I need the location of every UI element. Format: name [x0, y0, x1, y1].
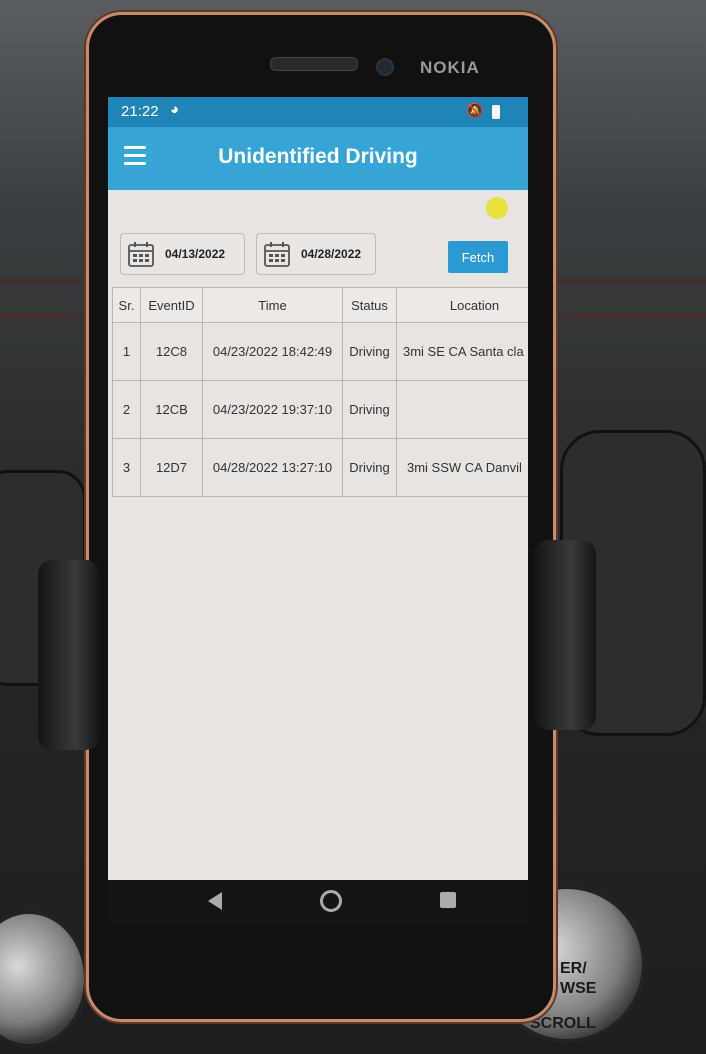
table-cell: 3 — [112, 438, 141, 497]
table-cell: Driving — [342, 380, 397, 439]
events-table: Sr. EventID Time Status Location 1 12C8 … — [112, 287, 528, 497]
column-header: Sr. — [112, 287, 141, 323]
column-header: Location — [396, 287, 528, 323]
table-cell: 12D7 — [140, 438, 203, 497]
table-row[interactable]: 2 12CB 04/23/2022 19:37:10 Driving — [112, 380, 528, 439]
page-title: Unidentified Driving — [218, 145, 418, 168]
home-icon[interactable] — [320, 890, 342, 912]
brand-logo: NOKIA — [420, 58, 480, 77]
table-header-row: Sr. EventID Time Status Location — [112, 287, 528, 323]
table-cell: 04/23/2022 19:37:10 — [202, 380, 343, 439]
table-cell: 12C8 — [140, 322, 203, 381]
recent-apps-icon[interactable] — [440, 892, 456, 908]
mount-clip-left — [38, 560, 100, 750]
navigation-bar — [108, 880, 528, 924]
table-cell: 1 — [112, 322, 141, 381]
knob-label: WSE — [560, 980, 597, 997]
status-bar: 21:22 ◕ 🔕 — [108, 97, 528, 127]
table-cell: Driving — [342, 322, 397, 381]
start-date-picker[interactable]: 04/13/2022 — [120, 233, 245, 275]
status-time: 21:22 — [121, 103, 159, 120]
phone-screen: 21:22 ◕ 🔕 Unidentified Driving 04/13/202… — [108, 97, 528, 880]
table-row[interactable]: 3 12D7 04/28/2022 13:27:10 Driving 3mi S… — [112, 438, 528, 497]
table-cell: 3mi SSW CA Danvil — [396, 438, 528, 497]
table-cell: 04/28/2022 13:27:10 — [202, 438, 343, 497]
radio-knob — [0, 910, 88, 1048]
end-date-picker[interactable]: 04/28/2022 — [256, 233, 376, 275]
knob-label: ER/ — [560, 960, 587, 977]
column-header: Time — [202, 287, 343, 323]
table-cell: 2 — [112, 380, 141, 439]
mount-clip-right — [534, 540, 596, 730]
back-icon[interactable] — [208, 892, 222, 910]
calendar-icon — [264, 242, 290, 267]
fetch-button[interactable]: Fetch — [448, 241, 508, 273]
table-row[interactable]: 1 12C8 04/23/2022 18:42:49 Driving 3mi S… — [112, 322, 528, 381]
earpiece-speaker — [270, 57, 358, 71]
app-bar: Unidentified Driving — [108, 127, 528, 190]
calendar-icon — [128, 242, 154, 267]
start-date-value: 04/13/2022 — [165, 247, 226, 261]
sync-icon: ◕ — [170, 101, 180, 118]
table-cell: 3mi SE CA Santa cla — [396, 322, 528, 381]
bell-off-icon: 🔕 — [466, 102, 484, 118]
table-cell — [396, 380, 528, 439]
knob-label: SCROLL — [530, 1015, 596, 1032]
column-header: Status — [342, 287, 397, 323]
battery-icon — [492, 105, 500, 119]
end-date-value: 04/28/2022 — [301, 247, 362, 261]
touch-indicator — [486, 197, 508, 219]
column-header: EventID — [140, 287, 203, 323]
table-cell: Driving — [342, 438, 397, 497]
table-cell: 12CB — [140, 380, 203, 439]
camera-icon — [376, 58, 394, 76]
table-cell: 04/23/2022 18:42:49 — [202, 322, 343, 381]
